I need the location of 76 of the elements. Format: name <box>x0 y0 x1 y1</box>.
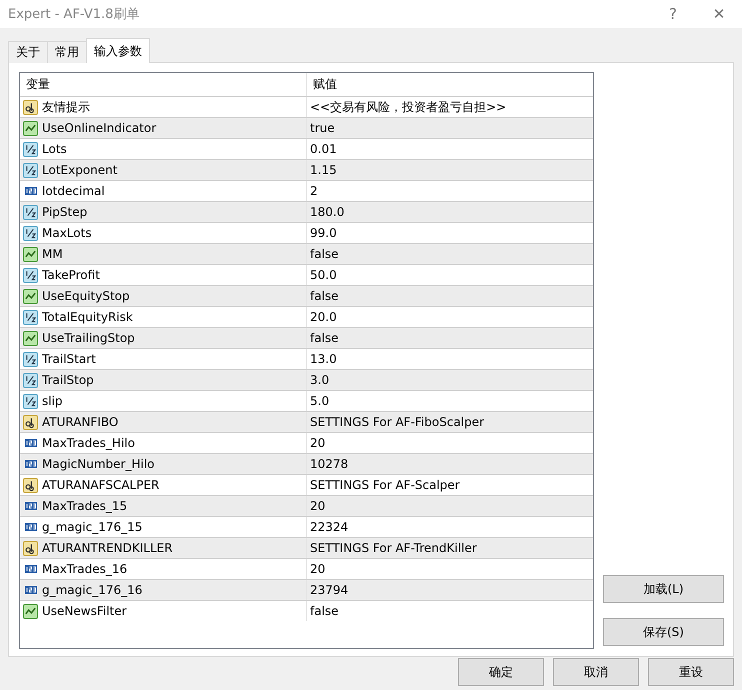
parameter-value[interactable]: 99.0 <box>310 226 337 240</box>
parameter-value[interactable]: 20 <box>310 436 326 450</box>
parameter-value[interactable]: false <box>310 247 339 261</box>
parameter-name: ATURANTRENDKILLER <box>42 541 173 555</box>
fraction-icon <box>23 310 38 324</box>
parameter-name: UseNewsFilter <box>42 604 127 618</box>
parameter-name: UseEquityStop <box>42 289 130 303</box>
parameter-name: LotExponent <box>42 163 118 177</box>
parameter-name: TakeProfit <box>42 268 100 282</box>
parameter-name: ATURANFIBO <box>42 415 118 429</box>
parameter-value[interactable]: SETTINGS For AF-Scalper <box>310 478 460 492</box>
fraction-icon <box>23 162 38 178</box>
parameter-value[interactable]: 180.0 <box>310 205 344 219</box>
parameter-value[interactable]: 50.0 <box>310 268 337 282</box>
parameter-name: UseTrailingStop <box>42 331 135 345</box>
text-type-icon <box>23 478 38 492</box>
text-type-icon <box>23 100 38 114</box>
fraction-icon <box>23 142 38 156</box>
dialog-button[interactable]: 确定 <box>458 658 544 686</box>
parameter-value[interactable]: 1.15 <box>310 163 337 177</box>
parameter-name: TotalEquityRisk <box>42 310 133 324</box>
side-button[interactable]: 加载(L) <box>603 575 724 603</box>
parameter-value[interactable]: 20 <box>310 499 326 513</box>
parameter-value[interactable]: 10278 <box>310 457 348 471</box>
parameter-value[interactable]: 23794 <box>310 583 348 597</box>
parameter-name: slip <box>42 394 63 408</box>
text-type-icon <box>23 540 38 556</box>
tab[interactable]: 常用 <box>47 41 87 63</box>
parameter-name: g_magic_176_16 <box>42 583 142 597</box>
parameter-name: Lots <box>42 142 67 156</box>
window-title: Expert - AF-V1.8刷单 <box>7 6 140 23</box>
fraction-icon <box>23 268 38 282</box>
parameter-value[interactable]: <<交易有风险，投资者盈亏自担>> <box>310 98 506 116</box>
fraction-icon <box>23 204 38 220</box>
parameter-name: g_magic_176_15 <box>42 520 142 534</box>
parameter-name: UseOnlineIndicator <box>42 121 156 135</box>
parameter-name: MaxLots <box>42 226 92 240</box>
parameter-name: MaxTrades_16 <box>42 562 128 576</box>
parameter-value[interactable]: 22324 <box>310 520 348 534</box>
dialog-button[interactable]: 取消 <box>553 658 639 686</box>
close-button[interactable]: ✕ <box>696 5 742 23</box>
parameter-value[interactable]: 20 <box>310 562 326 576</box>
fraction-icon <box>23 226 38 240</box>
text-type-icon <box>23 414 38 430</box>
parameter-value[interactable]: false <box>310 604 339 618</box>
parameter-name: 友情提示 <box>42 98 90 116</box>
parameter-value[interactable]: false <box>310 331 339 345</box>
parameter-name: MaxTrades_15 <box>42 499 128 513</box>
parameter-value[interactable]: 5.0 <box>310 394 330 408</box>
column-header: 变量 <box>20 73 307 96</box>
parameter-name: MM <box>42 247 63 261</box>
fraction-icon <box>23 394 38 408</box>
parameter-name: ATURANAFSCALPER <box>42 478 160 492</box>
parameter-name: MaxTrades_Hilo <box>42 436 135 450</box>
parameter-value[interactable]: SETTINGS For AF-TrendKiller <box>310 541 477 555</box>
parameter-value[interactable]: true <box>310 121 335 135</box>
parameter-name: TrailStop <box>42 373 94 387</box>
parameter-value[interactable]: 0.01 <box>310 142 337 156</box>
parameter-value[interactable]: SETTINGS For AF-FiboScalper <box>310 415 484 429</box>
parameter-value[interactable]: 13.0 <box>310 352 337 366</box>
column-header: 赋值 <box>312 76 338 93</box>
parameter-value[interactable]: 2 <box>310 184 318 198</box>
parameter-value[interactable]: 20.0 <box>310 310 337 324</box>
parameter-value[interactable]: 3.0 <box>310 373 330 387</box>
dialog-button[interactable]: 重设 <box>648 658 734 686</box>
tab[interactable]: 输入参数 <box>86 38 150 63</box>
fraction-icon <box>23 372 38 388</box>
parameter-name: lotdecimal <box>42 184 105 198</box>
side-button[interactable]: 保存(S) <box>603 618 724 646</box>
parameter-name: PipStep <box>42 205 88 219</box>
parameter-name: TrailStart <box>42 352 96 366</box>
parameter-value[interactable]: false <box>310 289 339 303</box>
help-button[interactable]: ? <box>650 5 696 23</box>
tab[interactable]: 关于 <box>8 41 48 63</box>
parameter-name: MagicNumber_Hilo <box>42 457 154 471</box>
fraction-icon <box>23 352 38 366</box>
